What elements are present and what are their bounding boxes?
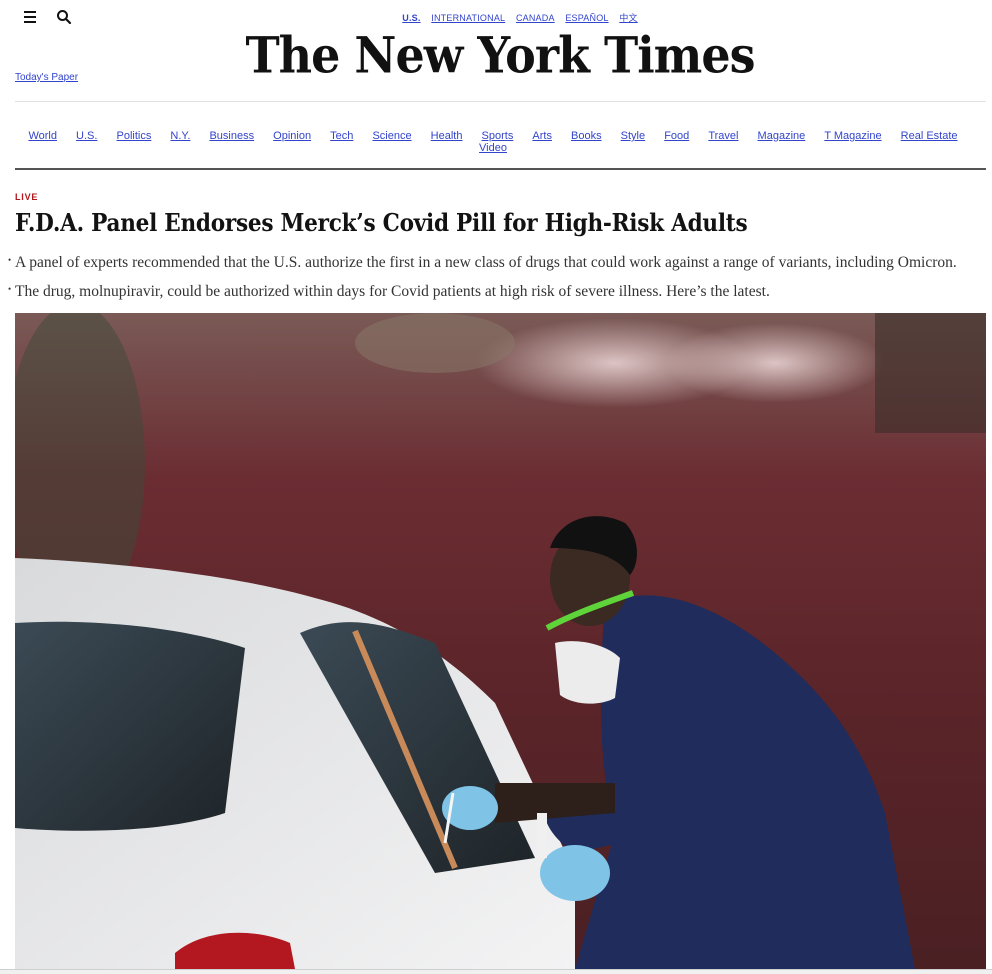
bullet-icon: • [8, 255, 12, 265]
section-nav: World U.S. Politics N.Y. Business Opinio… [0, 130, 986, 154]
section-world[interactable]: World [28, 130, 57, 142]
section-travel[interactable]: Travel [708, 130, 738, 142]
summary-text: A panel of experts recommended that the … [15, 254, 957, 271]
section-us[interactable]: U.S. [76, 130, 97, 142]
section-arts[interactable]: Arts [532, 130, 552, 142]
edition-links: U.S. INTERNATIONAL CANADA ESPAÑOL 中文 [0, 11, 992, 24]
live-label: LIVE [15, 192, 39, 202]
section-politics[interactable]: Politics [117, 130, 152, 142]
edition-espanol-link[interactable]: ESPAÑOL [565, 13, 608, 23]
photo-illustration [15, 313, 986, 969]
bullet-icon: • [8, 284, 12, 294]
section-sports[interactable]: Sports [482, 130, 514, 142]
masthead-logo[interactable]: The New York Times [0, 25, 992, 85]
masthead-text: The New York Times [245, 25, 755, 85]
section-divider [15, 168, 986, 170]
section-video[interactable]: Video [479, 142, 507, 154]
story-summary-list: • A panel of experts recommended that th… [8, 254, 957, 312]
section-health[interactable]: Health [431, 130, 463, 142]
section-ny[interactable]: N.Y. [170, 130, 190, 142]
section-opinion[interactable]: Opinion [273, 130, 311, 142]
edition-chinese-link[interactable]: 中文 [619, 13, 637, 23]
edition-canada-link[interactable]: CANADA [516, 13, 555, 23]
edition-us-link[interactable]: U.S. [402, 13, 420, 23]
story-photo[interactable] [15, 313, 986, 969]
story-headline[interactable]: F.D.A. Panel Endorses Merck’s Covid Pill… [15, 208, 748, 237]
section-science[interactable]: Science [372, 130, 411, 142]
top-bar: U.S. INTERNATIONAL CANADA ESPAÑOL 中文 Tod… [0, 0, 992, 100]
summary-item[interactable]: • A panel of experts recommended that th… [8, 254, 957, 283]
page-bottom-edge [0, 969, 992, 974]
section-t-magazine[interactable]: T Magazine [824, 130, 881, 142]
section-style[interactable]: Style [621, 130, 645, 142]
edition-international-link[interactable]: INTERNATIONAL [431, 13, 505, 23]
summary-text: The drug, molnupiravir, could be authori… [15, 283, 770, 300]
divider [15, 101, 986, 102]
section-real-estate[interactable]: Real Estate [901, 130, 958, 142]
summary-item[interactable]: • The drug, molnupiravir, could be autho… [8, 283, 957, 312]
section-books[interactable]: Books [571, 130, 602, 142]
section-business[interactable]: Business [209, 130, 254, 142]
section-magazine[interactable]: Magazine [758, 130, 806, 142]
section-food[interactable]: Food [664, 130, 689, 142]
section-tech[interactable]: Tech [330, 130, 353, 142]
